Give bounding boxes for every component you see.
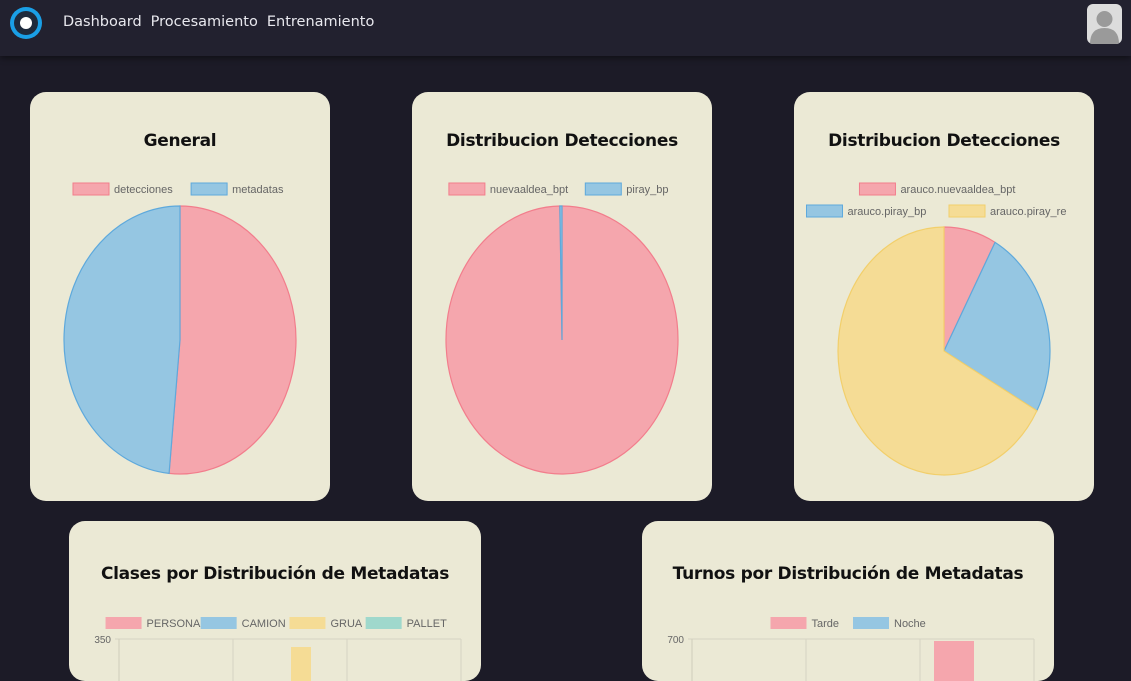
- y-tick-label: 350: [94, 635, 111, 646]
- nav-dashboard[interactable]: Dashboard: [63, 14, 142, 30]
- legend-swatch[interactable]: [200, 617, 237, 629]
- general-pie-chart: detecciones metadatas: [63, 182, 297, 475]
- legend-label[interactable]: arauco.nuevaaldea_bpt: [900, 184, 1015, 196]
- legend-swatch[interactable]: [105, 617, 142, 629]
- legend-swatch[interactable]: [289, 617, 326, 629]
- legend-label[interactable]: detecciones: [114, 184, 173, 196]
- dist-detecciones-card-1: Distribucion Detecciones nuevaaldea_bpt p…: [412, 92, 712, 501]
- turnos-bar-chart: Tarde Noche 700: [667, 617, 1035, 681]
- legend-label[interactable]: metadatas: [232, 184, 284, 196]
- main-nav: Dashboard Procesamiento Entrenamiento: [63, 14, 374, 30]
- legend-swatch[interactable]: [584, 182, 622, 196]
- general-chart-card: General detecciones metadatas: [30, 92, 330, 501]
- dist-detecciones-card-2: Distribucion Detecciones arauco.nuevaald…: [794, 92, 1094, 501]
- pie-slice[interactable]: [168, 205, 297, 475]
- legend-swatch[interactable]: [365, 617, 402, 629]
- logo-ring: [14, 11, 38, 35]
- turnos-chart-card: Turnos por Distribución de Metadatas Tar…: [642, 521, 1054, 681]
- legend-label[interactable]: PERSONA: [147, 618, 201, 630]
- pie-slice[interactable]: [63, 205, 181, 475]
- logo-dot: [20, 17, 32, 29]
- legend-label[interactable]: piray_bp: [626, 184, 668, 196]
- legend-label[interactable]: Noche: [894, 618, 926, 630]
- top-navbar: Dashboard Procesamiento Entrenamiento: [0, 0, 1131, 56]
- legend-label[interactable]: arauco.piray_bp: [848, 206, 927, 218]
- legend-swatch[interactable]: [190, 182, 228, 196]
- bar[interactable]: [934, 641, 974, 681]
- legend-label[interactable]: Tarde: [812, 618, 840, 630]
- legend-swatch[interactable]: [72, 182, 110, 196]
- y-tick-label: 700: [667, 635, 684, 646]
- legend-swatch[interactable]: [448, 182, 486, 196]
- nav-procesamiento[interactable]: Procesamiento: [151, 14, 258, 30]
- legend-label[interactable]: CAMION: [242, 618, 286, 630]
- nav-entrenamiento[interactable]: Entrenamiento: [267, 14, 375, 30]
- legend-label[interactable]: nuevaaldea_bpt: [490, 184, 568, 196]
- legend-label[interactable]: GRUA: [330, 618, 362, 630]
- legend-swatch[interactable]: [770, 617, 807, 629]
- legend-swatch[interactable]: [948, 204, 986, 218]
- clases-bar-chart: PERSONA CAMION GRUA PALLET 350: [94, 617, 462, 681]
- circle-logo-icon[interactable]: [10, 7, 42, 39]
- dist-detecciones-pie-chart-1: nuevaaldea_bpt piray_bp: [445, 182, 679, 475]
- legend-swatch[interactable]: [858, 182, 896, 196]
- legend-label[interactable]: PALLET: [407, 618, 447, 630]
- user-avatar-icon[interactable]: [1087, 4, 1122, 44]
- bar[interactable]: [291, 647, 311, 681]
- legend-swatch[interactable]: [853, 617, 889, 629]
- legend-swatch[interactable]: [806, 204, 843, 218]
- avatar-silhouette: [1090, 11, 1119, 44]
- dist-detecciones-pie-chart-2: arauco.nuevaaldea_bpt arauco.piray_bp arau…: [806, 182, 1066, 476]
- clases-chart-card: Clases por Distribución de Metadatas PER…: [69, 521, 481, 681]
- legend-label[interactable]: arauco.piray_re: [990, 206, 1066, 218]
